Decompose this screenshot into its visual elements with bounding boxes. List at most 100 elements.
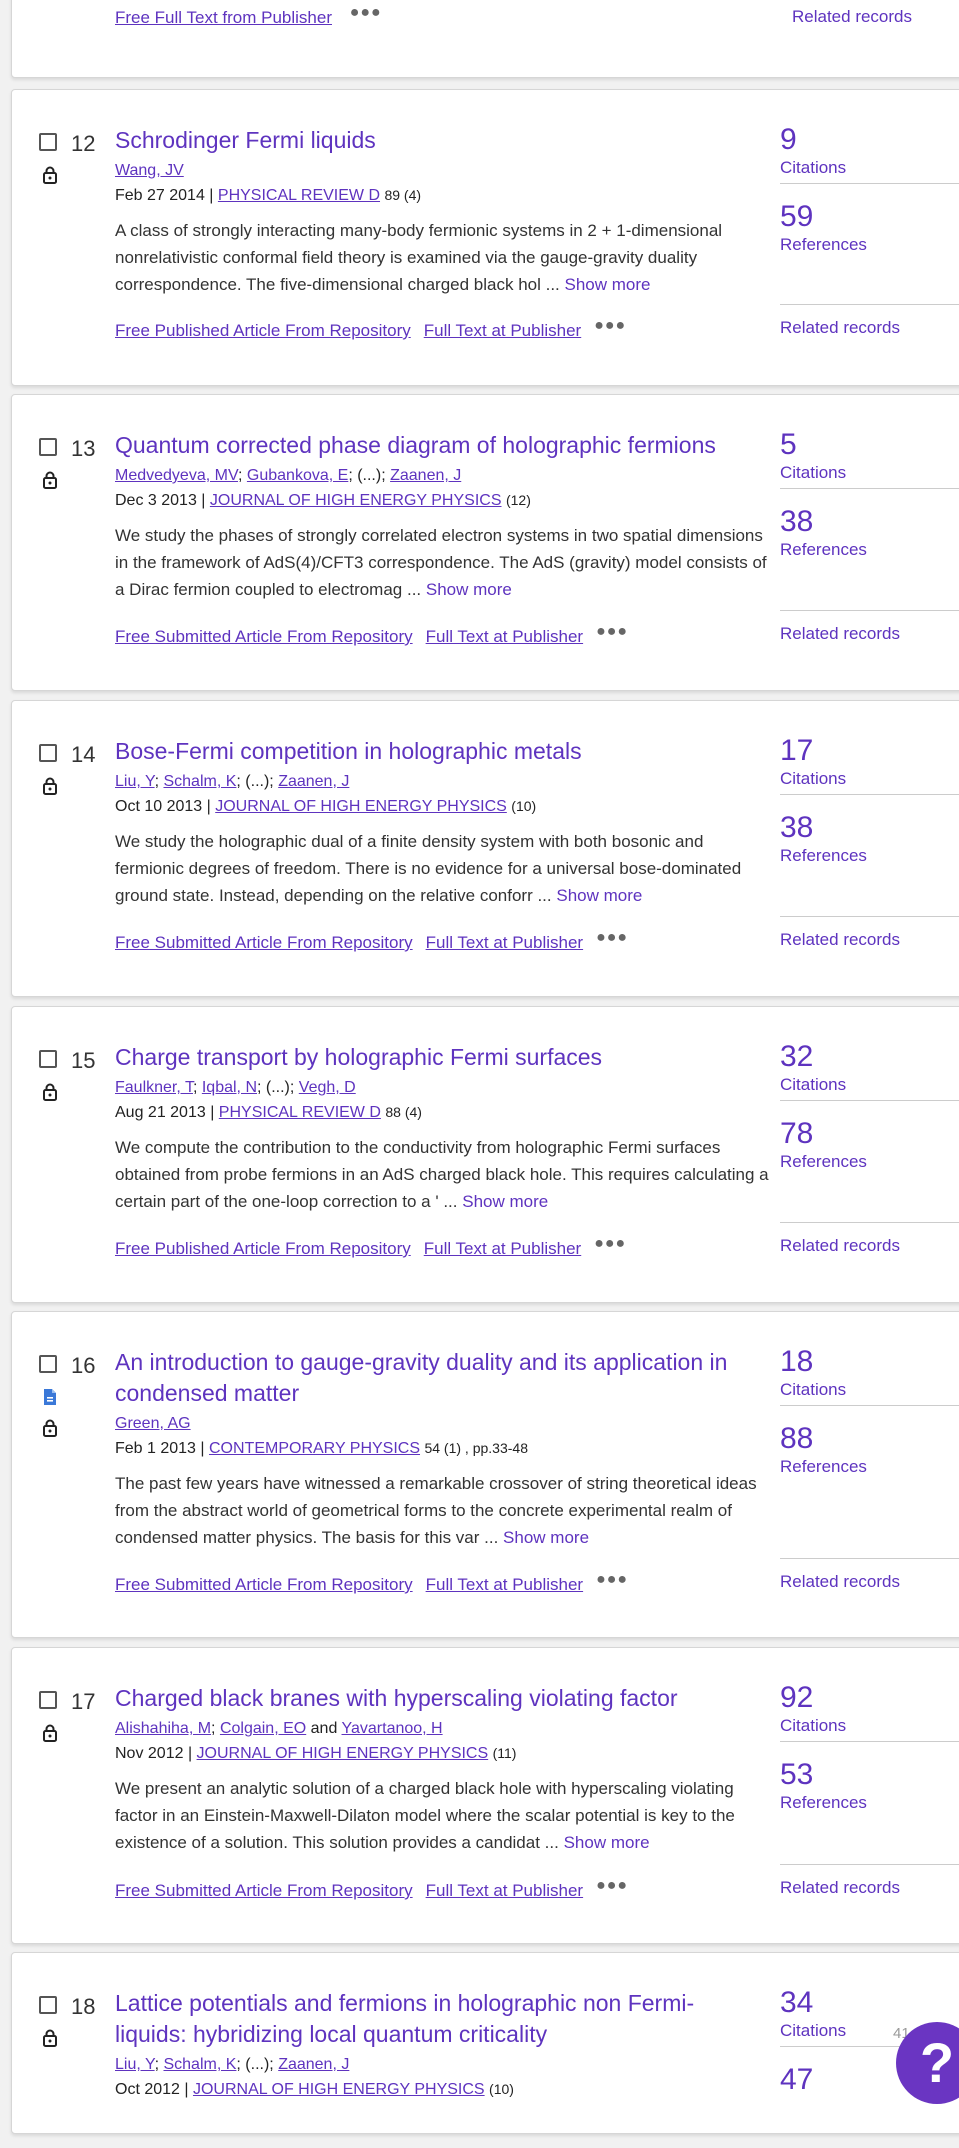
author-link[interactable]: Alishahiha, M (115, 1720, 211, 1737)
full-text-publisher-link[interactable]: Full Text at Publisher (426, 1881, 583, 1900)
full-text-publisher-link[interactable]: Full Text at Publisher (424, 1239, 581, 1258)
free-repository-link[interactable]: Free Published Article From Repository (115, 321, 411, 340)
citations-label[interactable]: Citations (780, 158, 846, 178)
author-link[interactable]: Wang, JV (115, 162, 184, 179)
citations-count[interactable]: 18 (780, 1347, 813, 1377)
record-title[interactable]: Bose-Fermi competition in holographic me… (115, 736, 755, 767)
author-link[interactable]: Liu, Y (115, 773, 155, 790)
free-repository-link[interactable]: Free Submitted Article From Repository (115, 627, 413, 646)
references-label[interactable]: References (780, 540, 867, 560)
citations-count[interactable]: 92 (780, 1683, 813, 1713)
select-checkbox[interactable] (39, 1355, 57, 1373)
more-options-icon[interactable]: ●●● (596, 1568, 628, 1592)
record-title[interactable]: Quantum corrected phase diagram of holog… (115, 430, 755, 461)
citations-count[interactable]: 32 (780, 1042, 813, 1072)
show-more-link[interactable]: Show more (564, 1833, 650, 1852)
related-records-link[interactable]: Related records (792, 7, 912, 27)
citations-count[interactable]: 17 (780, 736, 813, 766)
show-more-link[interactable]: Show more (462, 1192, 548, 1211)
more-options-icon[interactable]: ●●● (594, 1232, 626, 1256)
select-checkbox[interactable] (39, 1050, 57, 1068)
author-separator-text: (...) (245, 773, 270, 790)
references-label[interactable]: References (780, 1152, 867, 1172)
references-count[interactable]: 38 (780, 507, 813, 537)
related-records-link[interactable]: Related records (780, 1878, 900, 1898)
references-count[interactable]: 47 (780, 2065, 813, 2095)
related-records-link[interactable]: Related records (780, 1236, 900, 1256)
citations-count[interactable]: 9 (780, 125, 797, 155)
more-options-icon[interactable]: ●●● (350, 1, 382, 25)
select-checkbox[interactable] (39, 1996, 57, 2014)
citations-label[interactable]: Citations (780, 769, 846, 789)
journal-link[interactable]: PHYSICAL REVIEW D (219, 1104, 381, 1121)
references-label[interactable]: References (780, 1457, 867, 1477)
free-repository-link[interactable]: Free Published Article From Repository (115, 1239, 411, 1258)
references-label[interactable]: References (780, 235, 867, 255)
free-full-text-link[interactable]: Free Full Text from Publisher (115, 8, 332, 27)
author-link[interactable]: Schalm, K (163, 2056, 236, 2073)
journal-link[interactable]: CONTEMPORARY PHYSICS (209, 1440, 420, 1457)
author-link[interactable]: Zaanen, J (390, 467, 461, 484)
free-repository-link[interactable]: Free Submitted Article From Repository (115, 1575, 413, 1594)
references-count[interactable]: 53 (780, 1760, 813, 1790)
citations-label[interactable]: Citations (780, 1380, 846, 1400)
select-checkbox[interactable] (39, 438, 57, 456)
more-options-icon[interactable]: ●●● (594, 314, 626, 338)
select-checkbox[interactable] (39, 744, 57, 762)
show-more-link[interactable]: Show more (556, 886, 642, 905)
full-text-publisher-link[interactable]: Full Text at Publisher (424, 321, 581, 340)
author-link[interactable]: Yavartanoo, H (342, 1720, 443, 1737)
references-count[interactable]: 59 (780, 202, 813, 232)
related-records-link[interactable]: Related records (780, 930, 900, 950)
author-link[interactable]: Green, AG (115, 1415, 191, 1432)
citations-label[interactable]: Citations (780, 1716, 846, 1736)
related-records-link[interactable]: Related records (780, 318, 900, 338)
author-link[interactable]: Liu, Y (115, 2056, 155, 2073)
author-link[interactable]: Medvedyeva, MV (115, 467, 238, 484)
author-link[interactable]: Iqbal, N (202, 1079, 257, 1096)
author-link[interactable]: Schalm, K (163, 773, 236, 790)
author-link[interactable]: Colgain, EO (220, 1720, 306, 1737)
select-checkbox[interactable] (39, 1691, 57, 1709)
more-options-icon[interactable]: ●●● (596, 620, 628, 644)
references-label[interactable]: References (780, 846, 867, 866)
references-count[interactable]: 38 (780, 813, 813, 843)
related-records-link[interactable]: Related records (780, 624, 900, 644)
free-repository-link[interactable]: Free Submitted Article From Repository (115, 1881, 413, 1900)
full-text-publisher-link[interactable]: Full Text at Publisher (426, 627, 583, 646)
show-more-link[interactable]: Show more (503, 1528, 589, 1547)
more-options-icon[interactable]: ●●● (596, 1874, 628, 1898)
select-checkbox[interactable] (39, 133, 57, 151)
journal-link[interactable]: JOURNAL OF HIGH ENERGY PHYSICS (197, 1745, 489, 1762)
references-label[interactable]: References (780, 1793, 867, 1813)
journal-link[interactable]: JOURNAL OF HIGH ENERGY PHYSICS (215, 798, 507, 815)
free-repository-link[interactable]: Free Submitted Article From Repository (115, 933, 413, 952)
citations-count[interactable]: 5 (780, 430, 797, 460)
journal-link[interactable]: JOURNAL OF HIGH ENERGY PHYSICS (193, 2081, 485, 2098)
author-link[interactable]: Zaanen, J (278, 2056, 349, 2073)
references-count[interactable]: 88 (780, 1424, 813, 1454)
record-title[interactable]: Schrodinger Fermi liquids (115, 125, 755, 156)
journal-link[interactable]: PHYSICAL REVIEW D (218, 187, 380, 204)
full-text-publisher-link[interactable]: Full Text at Publisher (426, 933, 583, 952)
citations-label[interactable]: Citations (780, 463, 846, 483)
show-more-link[interactable]: Show more (565, 275, 651, 294)
author-link[interactable]: Zaanen, J (278, 773, 349, 790)
more-options-icon[interactable]: ●●● (596, 926, 628, 950)
author-link[interactable]: Vegh, D (299, 1079, 356, 1096)
citations-count[interactable]: 34 (780, 1988, 813, 2018)
references-count[interactable]: 78 (780, 1119, 813, 1149)
record-title[interactable]: Charged black branes with hyperscaling v… (115, 1683, 755, 1714)
citations-label[interactable]: Citations (780, 2021, 846, 2041)
record-title[interactable]: Charge transport by holographic Fermi su… (115, 1042, 755, 1073)
show-more-link[interactable]: Show more (426, 580, 512, 599)
author-link[interactable]: Faulkner, T (115, 1079, 193, 1096)
full-text-publisher-link[interactable]: Full Text at Publisher (426, 1575, 583, 1594)
related-records-link[interactable]: Related records (780, 1572, 900, 1592)
citations-label[interactable]: Citations (780, 1075, 846, 1095)
record-title[interactable]: An introduction to gauge-gravity duality… (115, 1347, 755, 1409)
journal-link[interactable]: JOURNAL OF HIGH ENERGY PHYSICS (210, 492, 502, 509)
author-link[interactable]: Gubankova, E (247, 467, 348, 484)
record-title[interactable]: Lattice potentials and fermions in holog… (115, 1988, 755, 2050)
abstract-text: We present an analytic solution of a cha… (115, 1775, 775, 1856)
